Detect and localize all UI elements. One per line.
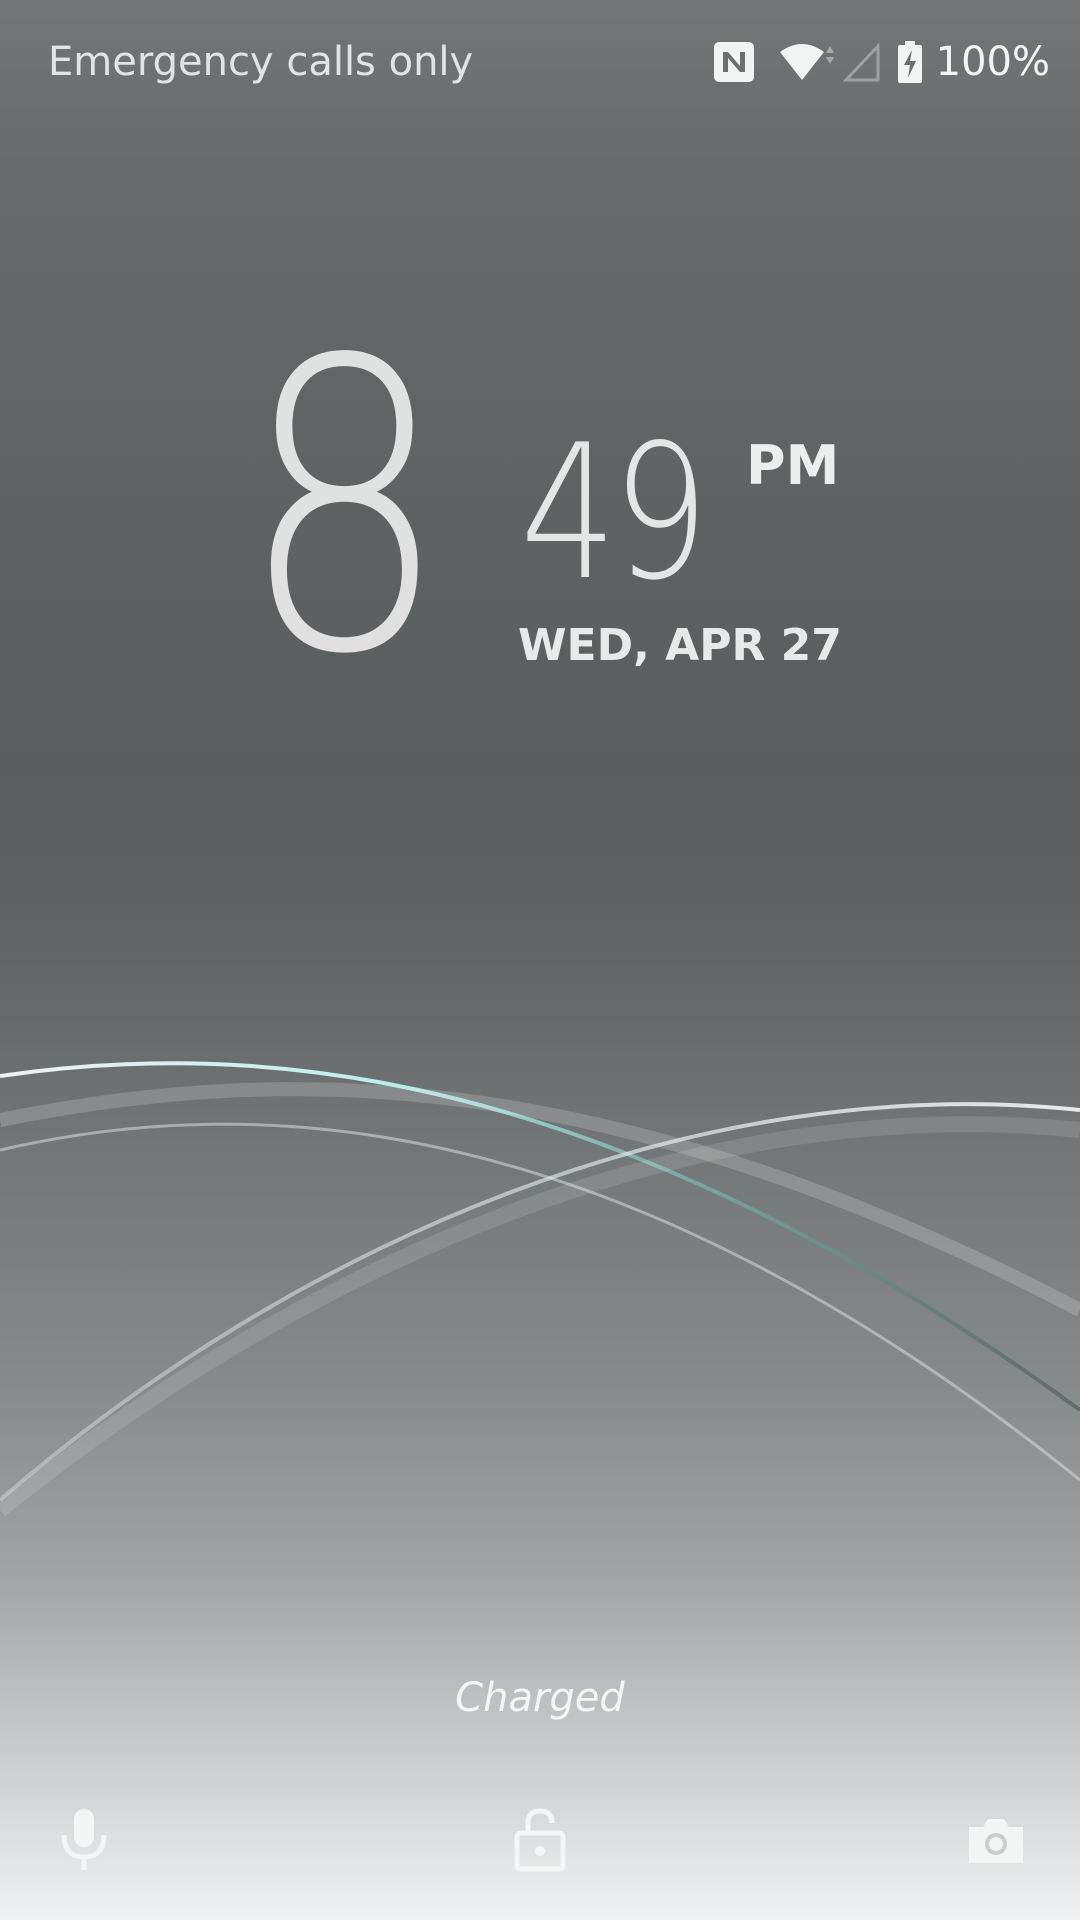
charge-status: Charged [455,1675,625,1721]
clock-hour: 8 [240,277,449,742]
camera-button[interactable] [946,1790,1046,1890]
voice-assist-button[interactable] [34,1790,134,1890]
unlock-button[interactable] [490,1790,590,1890]
lockscreen-clock: 8 49 PM WED, APR 27 [0,0,1080,800]
lock-icon [514,1808,566,1872]
camera-icon [969,1819,1023,1863]
clock-date: WED, APR 27 [518,620,842,671]
clock-ampm: PM [746,434,840,497]
microphone-icon [61,1809,107,1870]
clock-minute: 49 [520,404,709,621]
